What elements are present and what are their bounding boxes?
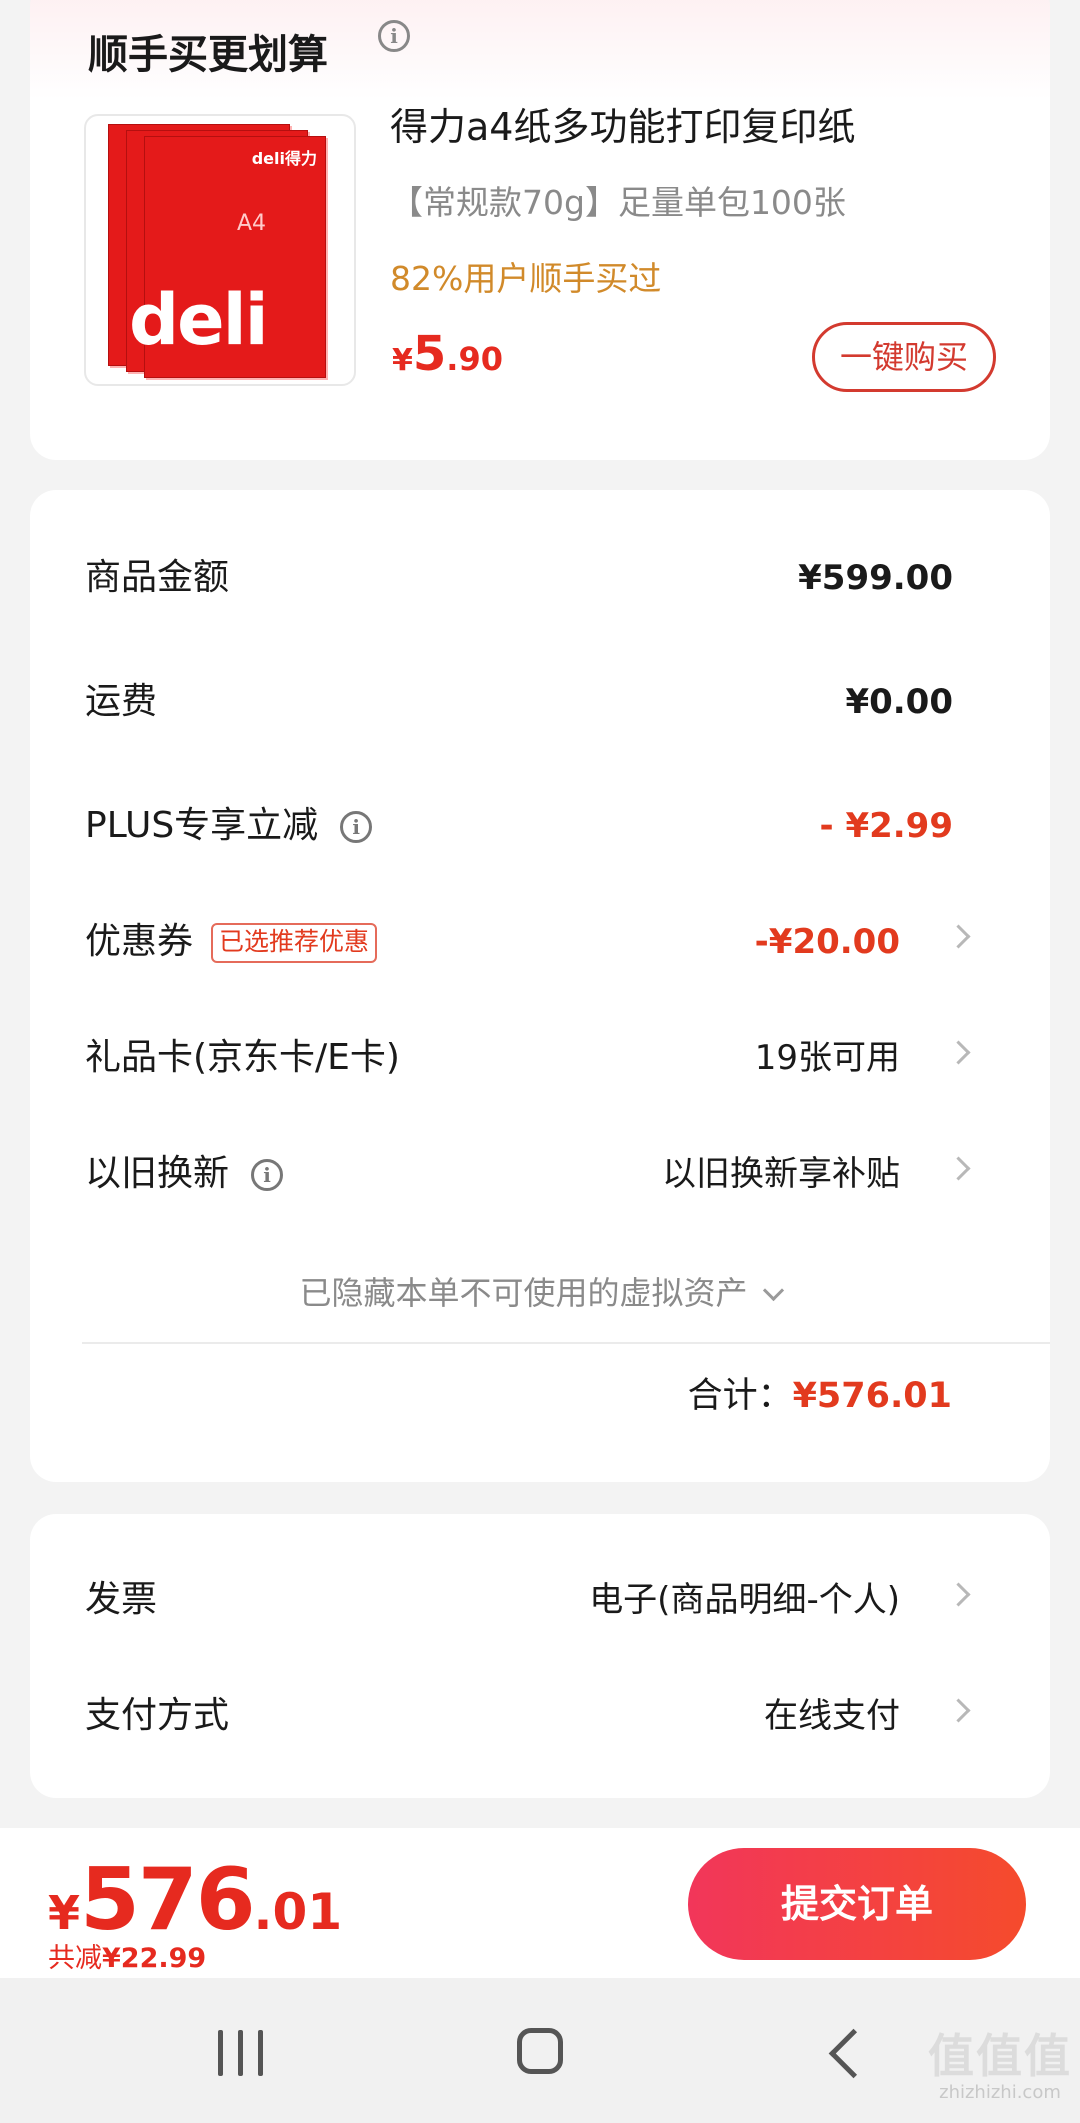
product-image-size: A4 bbox=[237, 211, 267, 236]
total-savings[interactable]: 共减¥22.99 bbox=[48, 1936, 206, 1975]
price-decimal: .90 bbox=[446, 340, 503, 378]
system-nav-bar: 值值值 zhizhizhi.com bbox=[0, 1978, 1080, 2123]
info-icon[interactable]: i bbox=[378, 20, 410, 52]
total-value: ¥576.01 bbox=[792, 1376, 952, 1416]
row-value: ¥599.00 bbox=[798, 558, 953, 598]
info-icon[interactable]: i bbox=[340, 811, 373, 843]
divider bbox=[82, 1342, 1050, 1344]
chevron-down-icon bbox=[762, 1279, 784, 1302]
payable-decimal: .01 bbox=[253, 1883, 343, 1941]
checkout-bar: ¥576.01 共减¥22.99 提交订单 bbox=[0, 1828, 1080, 1978]
row-coupon[interactable]: 优惠券 已选推荐优惠 -¥20.00 bbox=[85, 912, 995, 972]
row-value: 以旧换新享补贴 bbox=[662, 1154, 900, 1194]
row-goods-amount: 商品金额 ¥599.00 bbox=[85, 548, 995, 608]
row-payment-method[interactable]: 支付方式 在线支付 bbox=[85, 1686, 995, 1746]
product-spec: 【常规款70g】足量单包100张 bbox=[390, 183, 846, 222]
row-trade-in[interactable]: 以旧换新 i 以旧换新享补贴 bbox=[85, 1144, 995, 1204]
product-name[interactable]: 得力a4纸多功能打印复印纸 bbox=[390, 96, 855, 151]
coupon-selected-badge: 已选推荐优惠 bbox=[211, 923, 378, 963]
chevron-right-icon bbox=[946, 1040, 971, 1065]
row-shipping: 运费 ¥0.00 bbox=[85, 672, 995, 732]
payable-integer: 576 bbox=[80, 1850, 256, 1950]
one-click-buy-button[interactable]: 一键购买 bbox=[812, 322, 996, 392]
price-summary-card: 商品金额 ¥599.00 运费 ¥0.00 PLUS专享立减 i - ¥2.99 … bbox=[30, 490, 1050, 1482]
row-label: 商品金额 bbox=[85, 557, 230, 598]
home-icon[interactable] bbox=[517, 2028, 563, 2074]
watermark-text: 值值值 bbox=[928, 2029, 1072, 2083]
product-image-logo: deli bbox=[129, 279, 269, 361]
savings-value: ¥22.99 bbox=[102, 1943, 207, 1974]
row-label: PLUS专享立减 bbox=[85, 805, 319, 846]
row-value: - ¥2.99 bbox=[819, 806, 954, 846]
row-value: 电子(商品明细-个人) bbox=[589, 1580, 900, 1620]
payable-amount: ¥576.01 bbox=[48, 1850, 342, 1950]
row-gift-card[interactable]: 礼品卡(京东卡/E卡) 19张可用 bbox=[85, 1028, 995, 1088]
recommend-title: 顺手买更划算 bbox=[88, 32, 328, 78]
chevron-right-icon bbox=[946, 1582, 971, 1607]
submit-order-button[interactable]: 提交订单 bbox=[688, 1848, 1026, 1960]
row-plus-discount: PLUS专享立减 i - ¥2.99 bbox=[85, 796, 995, 856]
product-price: ¥5.90 bbox=[392, 326, 503, 382]
row-value: ¥0.00 bbox=[845, 682, 953, 722]
payable-currency: ¥ bbox=[48, 1886, 81, 1940]
total-label: 合计： bbox=[687, 1376, 793, 1416]
recommend-card: 顺手买更划算 i deli得力 A4 deli 得力a4纸多功能打印复印纸 【常… bbox=[30, 0, 1050, 460]
watermark-domain: zhizhizhi.com bbox=[939, 2082, 1061, 2103]
row-label: 发票 bbox=[85, 1579, 158, 1620]
row-value: 在线支付 bbox=[764, 1696, 900, 1736]
row-label-wrap: PLUS专享立减 i bbox=[85, 796, 373, 856]
price-integer: 5 bbox=[412, 326, 447, 382]
row-invoice[interactable]: 发票 电子(商品明细-个人) bbox=[85, 1570, 995, 1630]
savings-label: 共减 bbox=[48, 1943, 102, 1974]
hidden-assets-text: 已隐藏本单不可使用的虚拟资产 bbox=[299, 1274, 748, 1312]
product-image-brand: deli得力 bbox=[251, 149, 317, 168]
row-label-wrap: 以旧换新 i bbox=[85, 1144, 284, 1204]
info-icon[interactable]: i bbox=[251, 1159, 284, 1191]
row-label: 礼品卡(京东卡/E卡) bbox=[85, 1037, 400, 1078]
row-label: 运费 bbox=[85, 681, 158, 722]
product-image[interactable]: deli得力 A4 deli bbox=[84, 114, 356, 386]
invoice-payment-card: 发票 电子(商品明细-个人) 支付方式 在线支付 bbox=[30, 1514, 1050, 1798]
row-label-wrap: 优惠券 已选推荐优惠 bbox=[85, 912, 378, 972]
recent-apps-icon[interactable] bbox=[218, 2030, 264, 2076]
back-icon[interactable] bbox=[828, 2028, 879, 2079]
row-value: 19张可用 bbox=[754, 1038, 900, 1078]
hidden-assets-toggle[interactable]: 已隐藏本单不可使用的虚拟资产 bbox=[30, 1268, 1050, 1314]
row-label: 优惠券 bbox=[85, 921, 194, 962]
chevron-right-icon bbox=[946, 1156, 971, 1181]
price-currency: ¥ bbox=[392, 343, 413, 378]
row-label: 以旧换新 bbox=[85, 1153, 230, 1194]
paper-ream-graphic: deli得力 A4 deli bbox=[129, 136, 326, 378]
chevron-right-icon bbox=[946, 924, 971, 949]
row-value: -¥20.00 bbox=[754, 922, 900, 962]
order-total: 合计：¥576.01 bbox=[688, 1366, 952, 1426]
chevron-right-icon bbox=[946, 1698, 971, 1723]
product-purchase-stat: 82%用户顺手买过 bbox=[390, 259, 662, 298]
watermark-logo: 值值值 zhizhizhi.com bbox=[928, 2020, 1072, 2103]
row-label: 支付方式 bbox=[85, 1695, 230, 1736]
